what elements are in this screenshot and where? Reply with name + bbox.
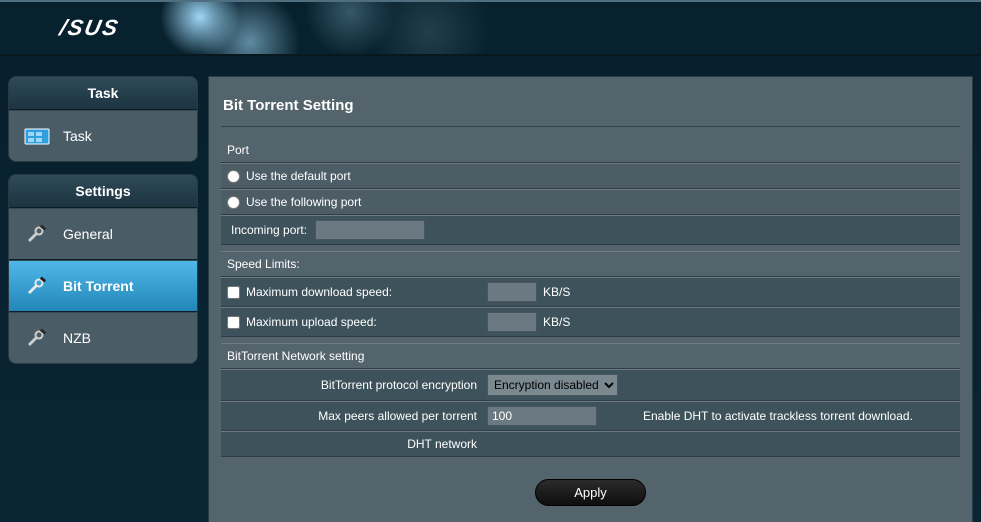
sidebar-item-nzb[interactable]: NZB [9, 312, 197, 363]
max-download-label[interactable]: Maximum download speed: [227, 285, 477, 299]
incoming-port-input[interactable] [315, 220, 425, 240]
brand-logo: /SUS [57, 15, 122, 41]
port-default-text: Use the default port [246, 169, 351, 183]
max-download-cell: Maximum download speed: [227, 285, 487, 299]
encryption-row: BitTorrent protocol encryption Encryptio… [221, 369, 960, 401]
tools-icon [23, 327, 51, 349]
max-upload-label[interactable]: Maximum upload speed: [227, 315, 477, 329]
max-peers-input[interactable] [487, 406, 597, 426]
dht-label: DHT network [227, 437, 487, 451]
sidebar-item-general[interactable]: General [9, 208, 197, 260]
max-upload-checkbox[interactable] [227, 316, 240, 329]
kbps-unit: KB/S [543, 315, 570, 329]
dht-hint: Enable DHT to activate trackless torrent… [643, 409, 913, 423]
sidebar-item-label: Task [63, 128, 92, 144]
settings-panel: Settings General [8, 174, 198, 364]
port-section: Port Use the default port Use the follow… [221, 137, 960, 245]
port-following-radio[interactable] [227, 196, 240, 209]
task-panel-header: Task [9, 77, 197, 110]
port-following-row: Use the following port [221, 189, 960, 215]
network-section: BitTorrent Network setting BitTorrent pr… [221, 343, 960, 457]
sidebar-item-label: General [63, 226, 113, 242]
max-upload-text: Maximum upload speed: [246, 315, 377, 329]
max-peers-label: Max peers allowed per torrent [227, 409, 487, 423]
task-icon [23, 125, 51, 147]
max-download-checkbox[interactable] [227, 286, 240, 299]
port-following-text: Use the following port [246, 195, 361, 209]
header: /SUS [0, 0, 981, 56]
task-panel: Task Task [8, 76, 198, 162]
max-download-input[interactable] [487, 282, 537, 302]
max-download-row: Maximum download speed: KB/S [221, 277, 960, 307]
speed-section: Speed Limits: Maximum download speed: KB… [221, 251, 960, 337]
encryption-select[interactable]: Encryption disabled [487, 374, 618, 396]
tools-icon [23, 275, 51, 297]
port-following-label[interactable]: Use the following port [227, 195, 361, 209]
sidebar-item-task[interactable]: Task [9, 110, 197, 161]
title-divider [221, 126, 960, 127]
sidebar-item-label: NZB [63, 330, 91, 346]
max-upload-input[interactable] [487, 312, 537, 332]
speed-section-title: Speed Limits: [221, 251, 960, 277]
settings-panel-header: Settings [9, 175, 197, 208]
tools-icon [23, 223, 51, 245]
body: Task Task Settings [0, 56, 981, 522]
network-section-title: BitTorrent Network setting [221, 343, 960, 369]
apply-button[interactable]: Apply [535, 479, 646, 506]
app-root: /SUS Task Task [0, 0, 981, 522]
max-upload-cell: Maximum upload speed: [227, 315, 487, 329]
sidebar-item-bittorrent[interactable]: Bit Torrent [9, 260, 197, 312]
port-default-radio[interactable] [227, 170, 240, 183]
dht-row: DHT network [221, 431, 960, 457]
max-upload-row: Maximum upload speed: KB/S [221, 307, 960, 337]
sidebar: Task Task Settings [8, 76, 198, 522]
sidebar-item-label: Bit Torrent [63, 278, 134, 294]
port-default-row: Use the default port [221, 163, 960, 189]
incoming-port-label: Incoming port: [227, 223, 315, 237]
main-panel: Bit Torrent Setting Port Use the default… [208, 76, 973, 522]
max-download-text: Maximum download speed: [246, 285, 392, 299]
max-peers-row: Max peers allowed per torrent Enable DHT… [221, 401, 960, 431]
page-title: Bit Torrent Setting [221, 91, 960, 126]
encryption-label: BitTorrent protocol encryption [227, 378, 487, 392]
apply-row: Apply [221, 463, 960, 506]
kbps-unit: KB/S [543, 285, 570, 299]
incoming-port-row: Incoming port: [221, 215, 960, 245]
port-default-label[interactable]: Use the default port [227, 169, 351, 183]
port-section-title: Port [221, 137, 960, 163]
